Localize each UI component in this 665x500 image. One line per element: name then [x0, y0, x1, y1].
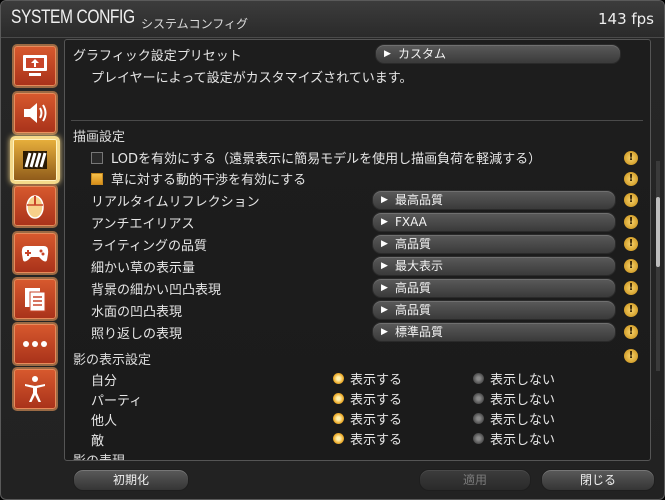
shadow-settings-header: 影の表示設定	[73, 353, 152, 368]
setting-label: ライティングの品質	[91, 239, 207, 254]
preset-value: カスタム	[398, 47, 447, 61]
gamepad-settings-icon	[21, 246, 49, 262]
display-settings-icon	[23, 55, 47, 76]
dropdown-value: FXAA	[395, 215, 427, 229]
window-title: SYSTEM CONFIG	[11, 7, 135, 28]
lod-checkbox-label: LODを有効にする（遠景表示に簡易モデルを使用し描画負荷を軽減する）	[111, 152, 542, 167]
dropdown-value: 高品質	[395, 281, 432, 295]
hide-label: 表示しない	[490, 413, 556, 428]
shadow-row-label: パーティ	[91, 394, 143, 409]
sidebar-item-more[interactable]	[12, 322, 58, 366]
dropdown-value: 高品質	[395, 237, 432, 251]
sidebar-item-other[interactable]	[12, 277, 58, 321]
warning-icon: !	[624, 237, 638, 251]
warning-icon: !	[624, 215, 638, 229]
warning-icon: !	[624, 303, 638, 317]
window-subtitle: システムコンフィグ	[141, 17, 249, 31]
dropdown-arrow-icon: ▶	[384, 49, 391, 59]
shadow-party-show-radio[interactable]	[333, 393, 344, 404]
lighting-dropdown[interactable]: ▶ 高品質	[372, 234, 616, 254]
dropdown-arrow-icon: ▶	[381, 195, 388, 205]
dropdown-arrow-icon: ▶	[381, 217, 388, 227]
settings-panel: グラフィック設定プリセット ▶ カスタム プレイヤーによって設定がカスタマイズさ…	[64, 39, 651, 461]
sidebar-item-display[interactable]	[12, 44, 58, 88]
preset-label: グラフィック設定プリセット	[73, 49, 242, 64]
scrollbar-thumb[interactable]	[656, 197, 660, 267]
shadow-enemy-show-radio[interactable]	[333, 433, 344, 444]
dropdown-arrow-icon: ▶	[381, 327, 388, 337]
show-label: 表示する	[350, 433, 403, 448]
dropdown-arrow-icon: ▶	[381, 283, 388, 293]
warning-icon: !	[624, 193, 638, 207]
setting-label: 細かい草の表示量	[91, 261, 196, 276]
graphics-settings-icon	[23, 151, 47, 169]
warning-icon: !	[624, 325, 638, 339]
shadow-self-show-radio[interactable]	[333, 373, 344, 384]
preset-description: プレイヤーによって設定がカスタマイズされています。	[91, 71, 413, 86]
dropdown-arrow-icon: ▶	[381, 305, 388, 315]
warning-icon: !	[624, 349, 638, 363]
close-button[interactable]: 閉じる	[541, 469, 655, 491]
reset-button[interactable]: 初期化	[73, 469, 189, 491]
hide-label: 表示しない	[490, 393, 556, 408]
apply-button[interactable]: 適用	[419, 469, 531, 491]
reflection-dropdown[interactable]: ▶ 最高品質	[372, 190, 616, 210]
more-settings-icon	[23, 341, 47, 347]
sidebar-item-graphics[interactable]	[10, 136, 60, 184]
warning-icon: !	[624, 172, 638, 186]
sound-settings-icon	[24, 103, 47, 123]
preset-dropdown[interactable]: ▶ カスタム	[375, 44, 621, 64]
mouse-settings-icon	[26, 195, 44, 219]
grass-interaction-checkbox[interactable]	[91, 173, 103, 185]
divider	[71, 120, 643, 121]
antialiasing-dropdown[interactable]: ▶ FXAA	[372, 212, 616, 232]
dropdown-value: 最高品質	[395, 193, 444, 207]
setting-label: 照り返しの表現	[91, 327, 183, 342]
shadow-row-label: 他人	[91, 414, 118, 429]
sidebar-item-sound[interactable]	[12, 91, 58, 135]
shadow-enemy-hide-radio[interactable]	[473, 433, 484, 444]
show-label: 表示する	[350, 413, 403, 428]
shadow-expression-header: 影の表現	[73, 450, 125, 460]
accessibility-settings-icon	[25, 376, 45, 402]
specular-dropdown[interactable]: ▶ 標準品質	[372, 322, 616, 342]
warning-icon: !	[624, 259, 638, 273]
dropdown-arrow-icon: ▶	[381, 239, 388, 249]
hide-label: 表示しない	[490, 433, 556, 448]
setting-label: リアルタイムリフレクション	[91, 195, 260, 210]
drawing-settings-header: 描画設定	[73, 130, 126, 145]
sidebar-item-mouse[interactable]	[12, 184, 58, 228]
water-surface-dropdown[interactable]: ▶ 高品質	[372, 300, 616, 320]
warning-icon: !	[624, 281, 638, 295]
hide-label: 表示しない	[490, 373, 556, 388]
warning-icon: !	[624, 151, 638, 165]
dropdown-value: 高品質	[395, 303, 432, 317]
dropdown-arrow-icon: ▶	[381, 261, 388, 271]
shadow-row-label: 敵	[91, 434, 105, 449]
setting-label: 水面の凹凸表現	[91, 305, 183, 320]
lod-checkbox[interactable]	[91, 152, 103, 164]
background-detail-dropdown[interactable]: ▶ 高品質	[372, 278, 616, 298]
dropdown-value: 最大表示	[395, 259, 444, 273]
show-label: 表示する	[350, 393, 403, 408]
shadow-row-label: 自分	[91, 374, 118, 389]
shadow-self-hide-radio[interactable]	[473, 373, 484, 384]
sidebar-item-accessibility[interactable]	[12, 367, 58, 411]
title-bar[interactable]: SYSTEM CONFIG システムコンフィグ 143 fps	[1, 1, 664, 38]
system-config-window: SYSTEM CONFIG システムコンフィグ 143 fps グラフィック設定…	[0, 0, 665, 500]
other-settings-icon	[25, 288, 46, 312]
setting-label: アンチエイリアス	[91, 217, 195, 232]
setting-label: 背景の細かい凹凸表現	[91, 283, 222, 298]
fps-counter: 143 fps	[597, 10, 654, 28]
shadow-others-hide-radio[interactable]	[473, 413, 484, 424]
dropdown-value: 標準品質	[395, 325, 444, 339]
shadow-others-show-radio[interactable]	[333, 413, 344, 424]
show-label: 表示する	[350, 373, 403, 388]
grass-amount-dropdown[interactable]: ▶ 最大表示	[372, 256, 616, 276]
sidebar-item-gamepad[interactable]	[12, 231, 58, 275]
grass-interaction-checkbox-label: 草に対する動的干渉を有効にする	[111, 173, 307, 188]
shadow-party-hide-radio[interactable]	[473, 393, 484, 404]
